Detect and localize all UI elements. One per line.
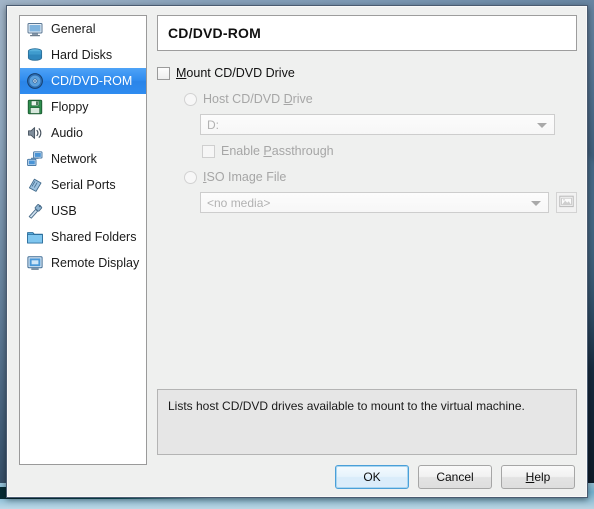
sidebar-item-label: Hard Disks xyxy=(51,47,113,62)
speaker-icon xyxy=(26,124,44,142)
sidebar-item-remote-display[interactable]: Remote Display xyxy=(20,250,146,276)
select-image-button[interactable] xyxy=(556,192,577,213)
sidebar-item-serial-ports[interactable]: Serial Ports xyxy=(20,172,146,198)
sidebar-item-label: Remote Display xyxy=(51,255,140,270)
host-cd-dvd-drive-radio[interactable]: Host CD/DVD Drive xyxy=(184,92,577,106)
info-panel: Lists host CD/DVD drives available to mo… xyxy=(157,389,577,455)
iso-image-file-radio[interactable]: ISO Image File xyxy=(184,170,577,184)
sidebar-item-label: Floppy xyxy=(51,99,89,114)
host-drive-combobox[interactable]: D: xyxy=(200,114,555,135)
checkbox-box xyxy=(157,66,170,80)
sidebar-item-label: General xyxy=(51,21,96,36)
usb-plug-icon xyxy=(26,202,44,220)
page-title-box: CD/DVD-ROM xyxy=(157,15,577,51)
iso-image-combobox[interactable]: <no media> xyxy=(200,192,549,213)
sidebar-item-label: CD/DVD-ROM xyxy=(51,73,133,88)
select-image-icon xyxy=(559,195,574,211)
mount-cd-dvd-drive-label: Mount CD/DVD Drive xyxy=(176,66,295,80)
network-icon xyxy=(26,150,44,168)
help-button[interactable]: Help xyxy=(501,465,575,489)
settings-dialog: General Hard Disks CD/DVD-ROM Floppy Aud… xyxy=(6,5,588,498)
enable-passthrough-label: Enable Passthrough xyxy=(221,144,334,158)
sidebar-item-label: USB xyxy=(51,203,77,218)
floppy-disk-icon xyxy=(26,98,44,116)
ok-button[interactable]: OK xyxy=(335,465,409,489)
sidebar-item-floppy[interactable]: Floppy xyxy=(20,94,146,120)
sidebar-item-label: Shared Folders xyxy=(51,229,137,244)
chevron-down-icon xyxy=(531,200,541,206)
sidebar-item-general[interactable]: General xyxy=(20,16,146,42)
sidebar-item-shared-folders[interactable]: Shared Folders xyxy=(20,224,146,250)
sidebar-item-label: Serial Ports xyxy=(51,177,116,192)
checkbox-box xyxy=(202,144,215,158)
iso-image-value: <no media> xyxy=(207,195,271,210)
mount-cd-dvd-drive-checkbox[interactable]: Mount CD/DVD Drive xyxy=(157,66,577,80)
iso-image-file-label: ISO Image File xyxy=(203,170,287,184)
settings-category-list[interactable]: General Hard Disks CD/DVD-ROM Floppy Aud… xyxy=(19,15,147,465)
serial-port-icon xyxy=(26,176,44,194)
sidebar-item-usb[interactable]: USB xyxy=(20,198,146,224)
help-accel: H xyxy=(525,470,535,484)
sidebar-item-label: Audio xyxy=(51,125,83,140)
sidebar-item-cd-dvd-rom[interactable]: CD/DVD-ROM xyxy=(20,68,146,94)
folder-icon xyxy=(26,228,44,246)
sidebar-item-hard-disks[interactable]: Hard Disks xyxy=(20,42,146,68)
cancel-button[interactable]: Cancel xyxy=(418,465,492,489)
host-cd-dvd-drive-label: Host CD/DVD Drive xyxy=(203,92,313,106)
info-text: Lists host CD/DVD drives available to mo… xyxy=(168,399,525,413)
harddisk-icon xyxy=(26,46,44,64)
cd-disc-icon xyxy=(26,72,44,90)
host-drive-value: D: xyxy=(207,117,219,132)
radio-circle xyxy=(184,92,197,106)
sidebar-item-audio[interactable]: Audio xyxy=(20,120,146,146)
sidebar-item-network[interactable]: Network xyxy=(20,146,146,172)
page-title: CD/DVD-ROM xyxy=(168,25,261,41)
sidebar-item-label: Network xyxy=(51,151,97,166)
monitor-icon xyxy=(26,20,44,38)
chevron-down-icon xyxy=(537,122,547,128)
settings-pane: CD/DVD-ROM Mount CD/DVD Drive Host CD/DV… xyxy=(157,15,577,213)
remote-display-icon xyxy=(26,254,44,272)
enable-passthrough-checkbox[interactable]: Enable Passthrough xyxy=(202,144,577,158)
radio-circle xyxy=(184,170,197,184)
dialog-button-bar: OK Cancel Help xyxy=(335,465,575,489)
dialog-body: General Hard Disks CD/DVD-ROM Floppy Aud… xyxy=(7,6,587,497)
